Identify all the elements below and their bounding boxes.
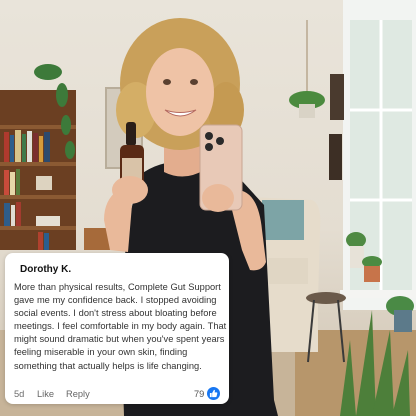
thumbs-up-icon[interactable] <box>207 387 220 400</box>
comment-text: More than physical results, Complete Gut… <box>14 282 227 371</box>
like-button[interactable]: Like <box>37 389 54 399</box>
comment-timestamp: 5d <box>14 389 25 399</box>
commenter-name[interactable]: Dorothy K. <box>20 264 71 275</box>
reaction-count[interactable]: 79 <box>194 389 204 399</box>
reply-button[interactable]: Reply <box>66 389 90 399</box>
comment-card: Dorothy K. More than physical results, C… <box>5 253 229 404</box>
